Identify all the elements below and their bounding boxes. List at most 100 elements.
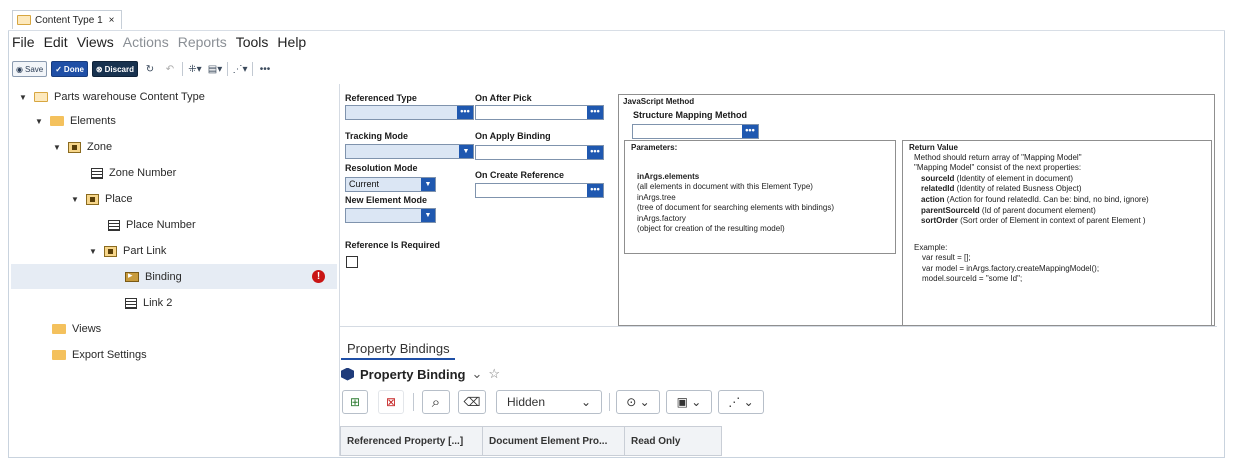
folder-icon (52, 324, 66, 334)
add-row-icon[interactable]: ⊞ (342, 390, 368, 414)
column-header-document-element-property[interactable]: Document Element Pro... (483, 427, 625, 455)
chevron-down-icon[interactable]: ▼ (421, 209, 435, 222)
param-line: (tree of document for searching elements… (637, 203, 834, 212)
reference-required-checkbox[interactable] (346, 256, 358, 268)
tree-node-export-settings[interactable]: Export Settings (52, 344, 147, 366)
tree-node-link2[interactable]: Link 2 (125, 292, 172, 314)
column-header-referenced-property[interactable]: Referenced Property [...] (341, 427, 483, 455)
tracking-mode-select[interactable]: ▼ (345, 144, 474, 159)
field-icon (125, 297, 137, 309)
panel-divider (340, 326, 1217, 327)
discard-button[interactable]: ⊗ Discard (91, 61, 138, 77)
more-button[interactable]: ••• (257, 62, 273, 76)
menu-tools[interactable]: Tools (236, 34, 269, 54)
structure-mapping-field[interactable]: ••• (632, 124, 759, 139)
field-icon (108, 219, 120, 231)
content-type-icon (17, 15, 31, 25)
tree-node-part-link[interactable]: ▼ Part Link (88, 240, 166, 262)
toolbar-separator (181, 62, 183, 76)
content-type-icon (34, 92, 48, 102)
done-button[interactable]: ✓ Done (51, 61, 88, 77)
tree-node-views[interactable]: Views (52, 318, 101, 340)
on-create-reference-label: On Create Reference (475, 170, 565, 180)
visibility-select[interactable]: Hidden ⌄ (496, 390, 602, 414)
on-apply-binding-field[interactable]: ••• (475, 145, 604, 160)
chevron-down-icon[interactable]: ▼ (88, 247, 98, 256)
param-line: (all elements in document with this Elem… (637, 182, 813, 191)
save-button[interactable]: ◉ Save (12, 61, 48, 77)
menu-help[interactable]: Help (277, 34, 306, 54)
menu-reports[interactable]: Reports (178, 34, 227, 54)
tab-close-icon[interactable]: × (109, 15, 115, 26)
return-line: Example: (914, 243, 948, 252)
tab-property-bindings[interactable]: Property Bindings (347, 341, 450, 356)
tree-node-root[interactable]: ▼ Parts warehouse Content Type (18, 86, 205, 108)
return-value-header: Return Value (909, 143, 958, 152)
toolbar-separator (413, 393, 414, 411)
element-icon (68, 141, 81, 153)
column-header-read-only[interactable]: Read Only (625, 427, 721, 455)
menu-edit[interactable]: Edit (44, 34, 68, 54)
menu-bar: File Edit Views Actions Reports Tools He… (12, 34, 306, 54)
menu-actions[interactable]: Actions (123, 34, 169, 54)
select-icon[interactable]: ⊙ ⌄ (616, 390, 660, 414)
folder-icon (52, 350, 66, 360)
share-icon[interactable]: ⋰ ⌄ (718, 390, 764, 414)
browse-button[interactable]: ••• (457, 106, 473, 119)
return-line: relatedId (Identity of related Busness O… (921, 184, 1082, 193)
chevron-down-icon[interactable]: ▼ (34, 117, 44, 126)
share-icon[interactable]: ⋰▾ (232, 62, 248, 76)
tree-node-place[interactable]: ▼ Place (70, 188, 133, 210)
return-line: Method should return array of "Mapping M… (914, 153, 1082, 162)
view-icon[interactable]: ▣ ⌄ (666, 390, 712, 414)
on-after-pick-field[interactable]: ••• (475, 105, 604, 120)
toolbar-separator (251, 62, 253, 76)
active-tab-indicator (341, 358, 455, 360)
tracking-mode-label: Tracking Mode (345, 131, 409, 141)
refresh-icon[interactable]: ↻ (142, 62, 158, 76)
tree-node-place-number[interactable]: Place Number (108, 214, 196, 236)
browse-button[interactable]: ••• (587, 146, 603, 159)
clear-filter-icon[interactable]: ⌫ (458, 390, 486, 414)
resolution-mode-select[interactable]: Current ▼ (345, 177, 436, 192)
return-line: "Mapping Model" consist of the next prop… (914, 163, 1082, 172)
return-line: parentSourceId (Id of parent document el… (921, 206, 1096, 215)
referenced-type-label: Referenced Type (345, 93, 417, 103)
search-icon[interactable]: ⌕ (422, 390, 450, 414)
menu-file[interactable]: File (12, 34, 35, 54)
tree-node-elements[interactable]: ▼ Elements (34, 110, 116, 132)
folder-icon (50, 116, 64, 126)
on-create-reference-field[interactable]: ••• (475, 183, 604, 198)
tab-content-type-1[interactable]: Content Type 1 × (12, 10, 122, 29)
chevron-down-icon: ⌄ (580, 395, 591, 409)
delete-row-icon[interactable]: ⊠ (378, 390, 404, 414)
menu-views[interactable]: Views (77, 34, 114, 54)
undo-icon[interactable]: ↶ (162, 62, 178, 76)
chevron-down-icon[interactable]: ⌄ (471, 366, 482, 382)
on-apply-binding-label: On Apply Binding (475, 131, 551, 141)
chevron-down-icon[interactable]: ▼ (18, 93, 28, 102)
structure-mapping-label: Structure Mapping Method (633, 110, 747, 120)
error-icon: ! (312, 270, 325, 283)
layout-icon[interactable]: ▤▾ (207, 62, 223, 76)
tree-node-binding[interactable]: Binding (125, 266, 182, 288)
browse-button[interactable]: ••• (742, 125, 758, 138)
chevron-down-icon[interactable]: ▼ (52, 143, 62, 152)
new-element-mode-label: New Element Mode (345, 195, 428, 205)
tab-strip: Content Type 1 × (8, 8, 1225, 31)
tree-node-zone[interactable]: ▼ Zone (52, 136, 112, 158)
referenced-type-field[interactable]: ••• (345, 105, 474, 120)
new-element-mode-select[interactable]: ▼ (345, 208, 436, 223)
star-icon[interactable]: ☆ (488, 366, 500, 382)
chevron-down-icon[interactable]: ▼ (421, 178, 435, 191)
param-line: (object for creation of the resulting mo… (637, 224, 785, 233)
chevron-down-icon[interactable]: ▼ (459, 145, 473, 158)
panel-splitter[interactable] (339, 84, 340, 456)
structure-icon[interactable]: ⁜▾ (187, 62, 203, 76)
tree-node-zone-number[interactable]: Zone Number (91, 162, 176, 184)
browse-button[interactable]: ••• (587, 184, 603, 197)
return-line: var model = inArgs.factory.createMapping… (922, 264, 1100, 273)
property-binding-header: Property Binding ⌄ ☆ (341, 366, 500, 382)
browse-button[interactable]: ••• (587, 106, 603, 119)
chevron-down-icon[interactable]: ▼ (70, 195, 80, 204)
